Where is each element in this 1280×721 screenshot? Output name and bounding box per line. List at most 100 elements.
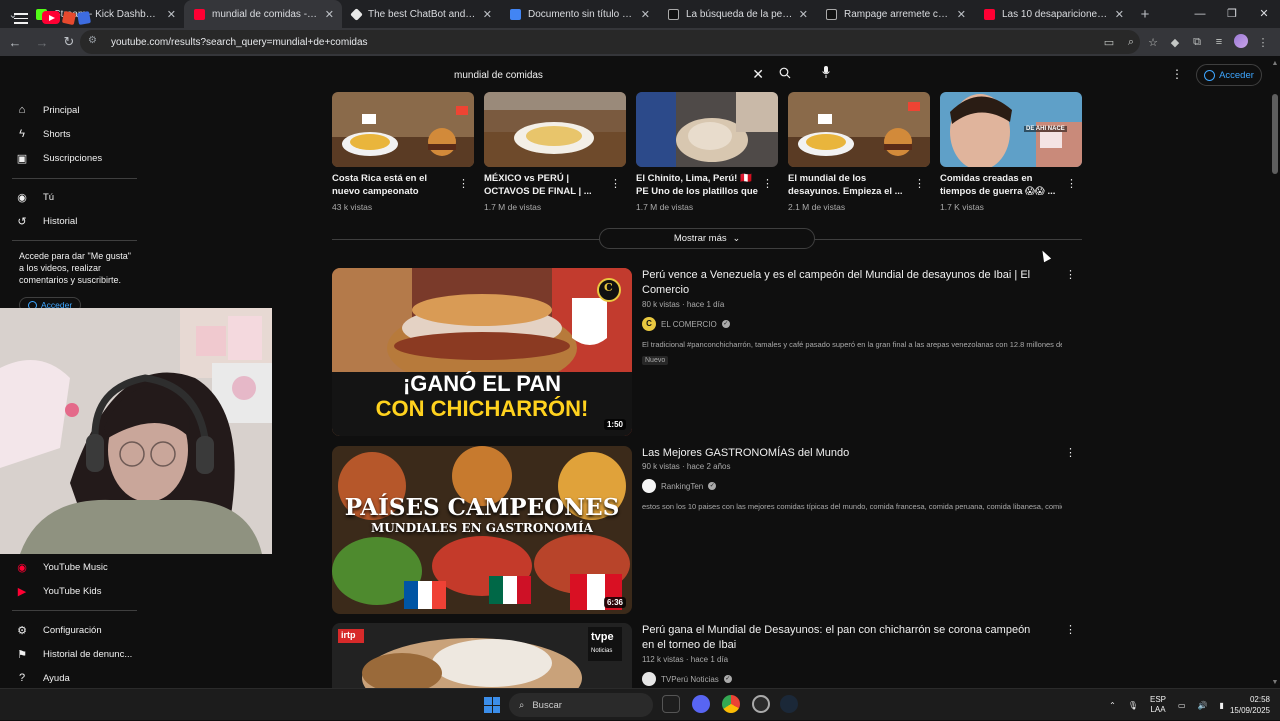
reading-list-icon[interactable]: ≡ [1208, 36, 1230, 48]
tab-docs[interactable]: Documento sin título - Docum ✕ [500, 0, 658, 28]
volume-icon[interactable]: 🔊 [1198, 701, 1208, 710]
channel-avatar[interactable] [642, 672, 656, 686]
short-thumbnail[interactable] [636, 92, 778, 167]
more-options-icon[interactable]: ⋮ [1065, 623, 1072, 636]
page-scrollbar[interactable] [1270, 56, 1280, 688]
network-icon[interactable]: ▭ [1178, 701, 1186, 710]
sidebar-item-youtube-kids[interactable]: ▶ YouTube Kids [0, 579, 137, 603]
channel-link[interactable]: C EL COMERCIO ✓ [642, 317, 730, 331]
short-thumbnail[interactable] [484, 92, 626, 167]
forward-icon[interactable]: → [30, 35, 54, 50]
taskbar-search[interactable]: ⌕ Buscar [509, 693, 653, 717]
browser-menu-icon[interactable]: ⋮ [1252, 36, 1274, 49]
sidebar-item-settings[interactable]: ⚙ Configuración [0, 618, 137, 642]
more-options-icon[interactable]: ⋮ [458, 177, 469, 190]
obs-icon[interactable] [752, 695, 770, 713]
short-title[interactable]: El mundial de los desayunos. Empieza el … [788, 172, 912, 198]
close-icon[interactable]: ✕ [167, 8, 176, 21]
steam-icon[interactable] [780, 695, 798, 713]
profile-avatar[interactable] [1230, 33, 1252, 51]
tab-tiktok-2[interactable]: Rampage arremete contra Cha ✕ [816, 0, 974, 28]
clock[interactable]: 02:58 15/09/2025 [1230, 694, 1270, 716]
scroll-down-icon[interactable]: ▼ [1270, 679, 1280, 686]
show-more-button[interactable]: Mostrar más ⌄ [599, 228, 815, 249]
url-field[interactable]: ⚙ youtube.com/results?search_query=mundi… [80, 30, 1140, 54]
battery-icon[interactable]: ▮ [1220, 701, 1224, 710]
new-tab-button[interactable]: + [1132, 6, 1158, 23]
more-options-icon[interactable]: ⋮ [1065, 268, 1076, 281]
video-title[interactable]: Las Mejores GASTRONOMÍAS del Mundo [642, 446, 1042, 461]
more-options-icon[interactable]: ⋮ [610, 177, 621, 190]
task-view-icon[interactable] [662, 695, 680, 713]
video-title[interactable]: Perú vence a Venezuela y es el campeón d… [642, 268, 1042, 298]
cast-icon[interactable]: ▭ [1098, 36, 1120, 49]
short-card[interactable]: DE AHI NACE Comidas creadas en tiempos d… [940, 92, 1082, 212]
short-title[interactable]: El Chinito, Lima, Perú! 🇵🇪 PE Uno de los… [636, 172, 760, 198]
close-icon[interactable]: ✕ [799, 8, 808, 21]
settings-more-icon[interactable]: ⋮ [1170, 68, 1184, 80]
search-button[interactable] [770, 64, 800, 86]
menu-icon[interactable] [14, 13, 28, 27]
video-result[interactable]: irtp tvpe Noticias Perú gana el Mundial … [332, 623, 1072, 688]
short-thumbnail[interactable]: DE AHI NACE [940, 92, 1082, 167]
more-options-icon[interactable]: ⋮ [1066, 177, 1077, 190]
tray-chevron-icon[interactable]: ⌃ [1109, 701, 1116, 710]
short-title[interactable]: Costa Rica está en el nuevo campeonato m… [332, 172, 456, 198]
sidebar-item-shorts[interactable]: ϟ Shorts [0, 122, 137, 146]
search-input[interactable]: mundial de comidas ✕ [446, 64, 776, 86]
tab-youtube[interactable]: mundial de comidas - YouTube ✕ [184, 0, 342, 28]
short-card[interactable]: El Chinito, Lima, Perú! 🇵🇪 PE Uno de los… [636, 92, 778, 212]
channel-avatar[interactable] [642, 479, 656, 493]
bookmark-star-icon[interactable]: ☆ [1142, 36, 1164, 49]
windows-start-icon[interactable] [484, 697, 500, 713]
short-thumbnail[interactable] [788, 92, 930, 167]
channel-avatar[interactable]: C [642, 317, 656, 331]
sidebar-item-home[interactable]: ⌂ Principal [0, 98, 137, 122]
close-window-button[interactable]: ✕ [1248, 0, 1280, 28]
video-thumbnail[interactable]: PAÍSES CAMPEONES MUNDIALES EN GASTRONOMÍ… [332, 446, 632, 614]
scrollbar-thumb[interactable] [1272, 94, 1278, 174]
zoom-icon[interactable]: ⌕ [1120, 36, 1142, 49]
sidebar-item-history[interactable]: ↺ Historial [0, 209, 137, 233]
site-info-icon[interactable]: ⚙ [88, 35, 102, 49]
youtube-logo[interactable] [42, 10, 91, 25]
tab-chatbot[interactable]: The best ChatBot and Widgets ✕ [342, 0, 500, 28]
sidebar-item-youtube-music[interactable]: ◉ YouTube Music [0, 555, 137, 579]
close-icon[interactable]: ✕ [483, 8, 492, 21]
back-icon[interactable]: ← [3, 35, 27, 50]
more-options-icon[interactable]: ⋮ [762, 177, 773, 190]
close-icon[interactable]: ✕ [1115, 8, 1124, 21]
short-card[interactable]: Costa Rica está en el nuevo campeonato m… [332, 92, 474, 212]
sidebar-item-help[interactable]: ? Ayuda [0, 666, 137, 690]
video-thumbnail[interactable]: irtp tvpe Noticias [332, 623, 632, 688]
short-card[interactable]: MÉXICO vs PERÚ | OCTAVOS DE FINAL | ... … [484, 92, 626, 212]
channel-link[interactable]: RankingTen ✓ [642, 479, 717, 493]
chrome-icon[interactable] [722, 695, 740, 713]
channel-name[interactable]: EL COMERCIO [661, 320, 717, 329]
tab-tiktok-1[interactable]: La búsqueda de la perfección e ✕ [658, 0, 816, 28]
video-result[interactable]: PAÍSES CAMPEONES MUNDIALES EN GASTRONOMÍ… [332, 446, 1076, 614]
reload-icon[interactable]: ↻ [57, 34, 81, 50]
short-title[interactable]: Comidas creadas en tiempos de guerra 😱😱 … [940, 172, 1064, 198]
more-options-icon[interactable]: ⋮ [914, 177, 925, 190]
extensions-puzzle-icon[interactable]: ⧉ [1186, 36, 1208, 49]
video-thumbnail[interactable]: C ¡GANÓ EL PAN CON CHICHARRÓN! 1:50 [332, 268, 632, 436]
tab-youtube-2[interactable]: Las 10 desapariciones masivas ✕ [974, 0, 1132, 28]
short-thumbnail[interactable] [332, 92, 474, 167]
sidebar-item-report-history[interactable]: ⚑ Historial de denunc... [0, 642, 137, 666]
close-icon[interactable]: ✕ [641, 8, 650, 21]
channel-name[interactable]: RankingTen [661, 482, 703, 491]
discord-icon[interactable] [692, 695, 710, 713]
voice-search-button[interactable] [815, 64, 837, 86]
maximize-button[interactable]: ❐ [1216, 0, 1248, 28]
short-card[interactable]: El mundial de los desayunos. Empieza el … [788, 92, 930, 212]
short-title[interactable]: MÉXICO vs PERÚ | OCTAVOS DE FINAL | ... [484, 172, 608, 198]
scroll-up-icon[interactable]: ▲ [1270, 60, 1280, 67]
channel-name[interactable]: TVPerú Noticias [661, 675, 719, 684]
extension-diamond-icon[interactable]: ◆ [1164, 36, 1186, 49]
video-result[interactable]: C ¡GANÓ EL PAN CON CHICHARRÓN! 1:50 Perú… [332, 268, 1076, 436]
channel-link[interactable]: TVPerú Noticias ✓ [642, 672, 732, 686]
signin-button[interactable]: Acceder [1196, 64, 1262, 86]
microphone-icon[interactable]: 🎙 [1128, 701, 1138, 710]
close-icon[interactable]: ✕ [325, 8, 334, 21]
